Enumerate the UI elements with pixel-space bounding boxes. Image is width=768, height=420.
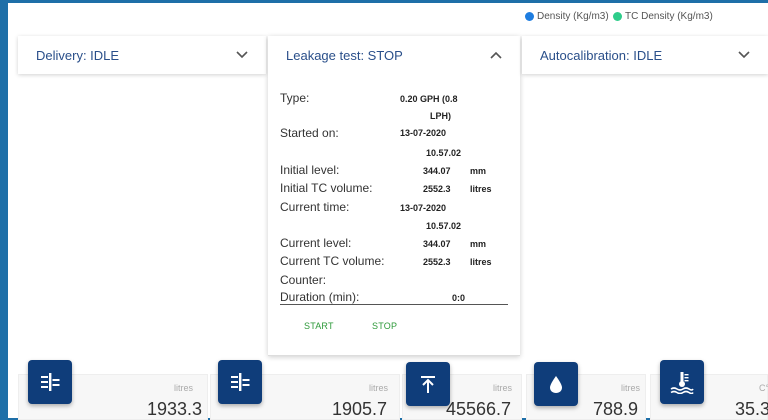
started-date: 13-07-2020 bbox=[400, 128, 447, 138]
initial-level-value: 344.07 bbox=[423, 166, 451, 176]
current-date: 13-07-2020 bbox=[400, 203, 447, 213]
initial-tc-volume-label: Initial TC volume: bbox=[280, 181, 373, 195]
leakage-status-title: Leakage test: STOP bbox=[286, 47, 403, 63]
legend-label: TC Density (Kg/m3) bbox=[625, 11, 713, 22]
leakage-panel-header[interactable]: Leakage test: STOP bbox=[268, 36, 520, 74]
tile-unit: litres bbox=[621, 383, 641, 393]
window-frame-left bbox=[0, 0, 8, 420]
tile-unit: litres bbox=[493, 383, 513, 393]
started-time: 10.57.02 bbox=[426, 148, 462, 158]
chevron-up-icon[interactable] bbox=[490, 51, 502, 59]
type-value-cont: LPH) bbox=[430, 111, 451, 121]
current-tc-volume-value: 2552.3 bbox=[423, 257, 451, 267]
current-level-label: Current level: bbox=[280, 236, 352, 250]
tile-value: 1905.7 bbox=[332, 399, 388, 419]
current-level-value: 344.07 bbox=[423, 239, 451, 249]
legend-dot-icon bbox=[613, 12, 622, 21]
autocalibration-status-title: Autocalibration: IDLE bbox=[540, 47, 663, 63]
chart-legend: Density (Kg/m3) TC Density (Kg/m3) bbox=[520, 2, 768, 24]
started-on-label: Started on: bbox=[280, 126, 339, 140]
water-drop-icon[interactable] bbox=[534, 362, 578, 406]
initial-level-label: Initial level: bbox=[280, 163, 340, 177]
counter-label: Counter: bbox=[280, 273, 327, 287]
duration-divider bbox=[280, 304, 508, 305]
tile-unit: C° bbox=[759, 383, 768, 393]
current-level-unit: mm bbox=[470, 239, 487, 249]
delivery-status-title: Delivery: IDLE bbox=[36, 47, 120, 63]
volume-icon[interactable] bbox=[28, 360, 72, 404]
duration-label: Duration (min): bbox=[280, 290, 360, 304]
initial-tc-volume-value: 2552.3 bbox=[423, 184, 451, 194]
delivery-panel-header[interactable]: Delivery: IDLE bbox=[18, 36, 266, 74]
ullage-icon[interactable] bbox=[406, 362, 450, 406]
type-value: 0.20 GPH (0.8 bbox=[400, 94, 458, 104]
tile-value: 1933.3 bbox=[147, 399, 203, 419]
tile-value: 35.3 bbox=[735, 399, 768, 419]
tile-unit: litres bbox=[369, 383, 389, 393]
current-time: 10.57.02 bbox=[426, 221, 462, 231]
card-bottom-border bbox=[268, 355, 520, 356]
current-tc-volume-unit: litres bbox=[470, 257, 492, 267]
tile-value: 788.9 bbox=[593, 399, 639, 419]
initial-level-unit: mm bbox=[470, 166, 487, 176]
chevron-down-icon[interactable] bbox=[738, 51, 750, 59]
autocalibration-panel-header[interactable]: Autocalibration: IDLE bbox=[522, 36, 768, 74]
tile-unit: litres bbox=[174, 383, 194, 393]
leakage-test-panel: Leakage test: STOP Type: 0.20 GPH (0.8 L… bbox=[268, 36, 520, 356]
chevron-down-icon[interactable] bbox=[236, 51, 248, 59]
tile-value: 45566.7 bbox=[446, 399, 512, 419]
legend-item-density[interactable]: Density (Kg/m3) bbox=[525, 11, 609, 22]
temperature-icon[interactable] bbox=[660, 360, 704, 404]
legend-item-tc-density[interactable]: TC Density (Kg/m3) bbox=[613, 11, 713, 22]
initial-tc-volume-unit: litres bbox=[470, 184, 492, 194]
current-time-label: Current time: bbox=[280, 200, 350, 214]
tc-volume-icon[interactable] bbox=[218, 360, 262, 404]
stop-button[interactable]: STOP bbox=[372, 321, 397, 331]
legend-dot-icon bbox=[525, 12, 534, 21]
legend-label: Density (Kg/m3) bbox=[537, 11, 609, 22]
type-label: Type: bbox=[280, 91, 310, 105]
duration-value: 0:0 bbox=[452, 293, 466, 303]
start-button[interactable]: START bbox=[304, 321, 334, 331]
current-tc-volume-label: Current TC volume: bbox=[280, 254, 385, 268]
